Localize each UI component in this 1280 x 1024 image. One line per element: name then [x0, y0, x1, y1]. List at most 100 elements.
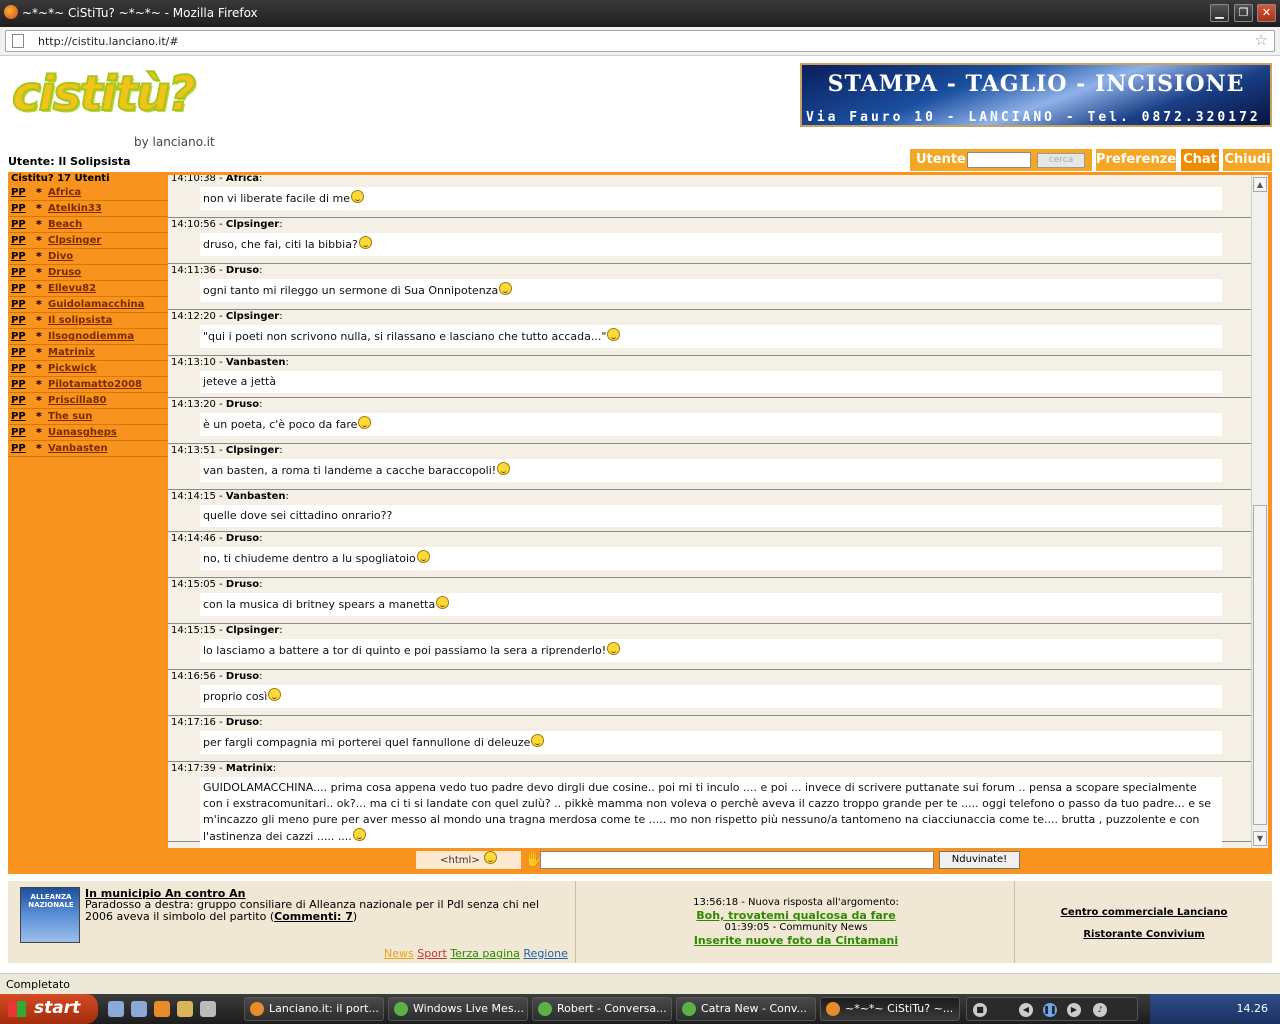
quicklaunch-doc-icon[interactable]: [200, 1001, 216, 1017]
private-chat-link[interactable]: PP: [11, 411, 26, 422]
user-name-link[interactable]: Pilotamatto2008: [48, 379, 142, 390]
send-button[interactable]: Nduvinate!: [939, 851, 1020, 869]
site-logo[interactable]: cistitù? by lanciano.it: [11, 65, 226, 152]
message-author[interactable]: Africa: [226, 175, 259, 184]
private-chat-link[interactable]: PP: [11, 363, 26, 374]
private-chat-link[interactable]: PP: [11, 187, 26, 198]
html-smiley-button[interactable]: <html>: [416, 851, 521, 869]
category-regione[interactable]: Regione: [523, 947, 567, 960]
login-input[interactable]: [967, 152, 1031, 168]
message-author[interactable]: Druso: [226, 579, 259, 590]
message-author[interactable]: Clpsinger: [226, 219, 279, 230]
scroll-up-icon[interactable]: ▲: [1253, 177, 1267, 192]
private-chat-link[interactable]: PP: [11, 203, 26, 214]
maximize-button[interactable]: ❐: [1234, 4, 1253, 22]
close-chat-button[interactable]: Chiudi: [1223, 149, 1272, 171]
user-name-link[interactable]: The sun: [48, 411, 92, 422]
message-author[interactable]: Clpsinger: [226, 445, 279, 456]
url-field[interactable]: http://cistitu.lanciano.it/# ☆: [5, 30, 1275, 52]
message-header: 14:10:56 - Clpsinger:: [171, 219, 283, 230]
user-name-link[interactable]: Priscilla80: [48, 395, 107, 406]
message-author[interactable]: Vanbasten: [226, 357, 286, 368]
user-name-link[interactable]: Guidolamacchina: [48, 299, 144, 310]
activity-link-1[interactable]: Boh, trovatemi qualcosa da fare: [577, 909, 1015, 922]
private-chat-link[interactable]: PP: [11, 395, 26, 406]
quicklaunch-folder-icon[interactable]: [177, 1001, 193, 1017]
media-prev-icon[interactable]: ◀: [1019, 1003, 1033, 1017]
message-time: 14:13:51: [171, 445, 216, 456]
private-chat-link[interactable]: PP: [11, 315, 26, 326]
quicklaunch-media-icon[interactable]: [131, 1001, 147, 1017]
preferences-button[interactable]: Preferenze: [1096, 149, 1176, 171]
private-chat-link[interactable]: PP: [11, 283, 26, 294]
private-chat-link[interactable]: PP: [11, 235, 26, 246]
private-chat-link[interactable]: PP: [11, 379, 26, 390]
user-name-link[interactable]: Ellevu82: [48, 283, 96, 294]
category-news[interactable]: News: [384, 947, 414, 960]
user-name-link[interactable]: Ilsognodiemma: [48, 331, 134, 342]
media-stop-icon[interactable]: ■: [973, 1003, 987, 1017]
private-chat-link[interactable]: PP: [11, 427, 26, 438]
private-chat-link[interactable]: PP: [11, 443, 26, 454]
user-name-link[interactable]: Divo: [48, 251, 73, 262]
message-author[interactable]: Druso: [226, 533, 259, 544]
message-author[interactable]: Clpsinger: [226, 625, 279, 636]
chat-message-input[interactable]: [540, 851, 934, 869]
user-name-link[interactable]: Atelkin33: [48, 203, 102, 214]
sponsor-link-centro[interactable]: Centro commerciale Lanciano: [1016, 907, 1272, 918]
message-author[interactable]: Clpsinger: [226, 311, 279, 322]
message-author[interactable]: Vanbasten: [226, 491, 286, 502]
quicklaunch-ie-icon[interactable]: [108, 1001, 124, 1017]
user-name-link[interactable]: Vanbasten: [48, 443, 108, 454]
user-name-link[interactable]: Africa: [48, 187, 81, 198]
activity-link-2[interactable]: Inserite nuove foto da Cintamani: [577, 934, 1015, 947]
private-chat-link[interactable]: PP: [11, 299, 26, 310]
task-catra[interactable]: Catra New - Conv...: [676, 997, 816, 1021]
message-author[interactable]: Druso: [226, 717, 259, 728]
minimize-button[interactable]: ▁: [1210, 4, 1229, 22]
bookmark-star-icon[interactable]: ☆: [1255, 31, 1268, 49]
private-chat-link[interactable]: PP: [11, 347, 26, 358]
message-author[interactable]: Druso: [226, 671, 259, 682]
sponsor-link-ristorante[interactable]: Ristorante Convivium: [1016, 929, 1272, 940]
task-robert[interactable]: Robert - Conversa...: [532, 997, 672, 1021]
user-name-link[interactable]: Il solipsista: [48, 315, 112, 326]
start-button[interactable]: start: [0, 994, 98, 1024]
message-author[interactable]: Matrinix: [226, 763, 273, 774]
news-comments-link[interactable]: Commenti: 7: [274, 910, 353, 923]
scroll-down-icon[interactable]: ▼: [1253, 831, 1267, 846]
task-lanciano[interactable]: Lanciano.it: il port...: [244, 997, 384, 1021]
message-time: 14:17:39: [171, 763, 216, 774]
user-name-link[interactable]: Clpsinger: [48, 235, 101, 246]
media-volume-icon[interactable]: ♪: [1093, 1003, 1107, 1017]
user-name-link[interactable]: Pickwick: [48, 363, 97, 374]
task-cistitu[interactable]: ~*~*~ CiStiTu? ~...: [820, 997, 960, 1021]
user-row: PP * Druso: [8, 265, 168, 281]
category-sport[interactable]: Sport: [417, 947, 447, 960]
task-messenger[interactable]: Windows Live Mes...: [388, 997, 528, 1021]
private-chat-link[interactable]: PP: [11, 331, 26, 342]
category-terza-pagina[interactable]: Terza pagina: [450, 947, 520, 960]
news-thumbnail[interactable]: ALLEANZA NAZIONALE: [20, 887, 80, 943]
scroll-thumb[interactable]: [1253, 505, 1267, 825]
chat-button[interactable]: Chat: [1181, 149, 1219, 171]
media-next-icon[interactable]: ▶: [1067, 1003, 1081, 1017]
private-chat-link[interactable]: PP: [11, 219, 26, 230]
message-author[interactable]: Druso: [226, 265, 259, 276]
user-name-link[interactable]: Druso: [48, 267, 81, 278]
news-categories: News Sport Terza pagina Regione: [384, 947, 568, 960]
user-row: PP * Il solipsista: [8, 313, 168, 329]
close-button[interactable]: ✕: [1257, 4, 1276, 22]
media-pause-icon[interactable]: ❚❚: [1043, 1003, 1057, 1017]
private-chat-link[interactable]: PP: [11, 251, 26, 262]
private-chat-link[interactable]: PP: [11, 267, 26, 278]
user-name-link[interactable]: Uanasgheps: [48, 427, 117, 438]
user-name-link[interactable]: Beach: [48, 219, 82, 230]
search-button[interactable]: cerca: [1037, 153, 1085, 168]
user-name-link[interactable]: Matrinix: [48, 347, 95, 358]
chat-log[interactable]: 14:10:38 - Africa: non vi liberate facile…: [168, 175, 1251, 848]
chat-scrollbar[interactable]: ▲ ▼: [1251, 175, 1268, 848]
quicklaunch-firefox-icon[interactable]: [154, 1001, 170, 1017]
message-author[interactable]: Druso: [226, 399, 259, 410]
ad-banner[interactable]: STAMPA - TAGLIO - INCISIONE Via Fauro 10…: [800, 63, 1272, 127]
